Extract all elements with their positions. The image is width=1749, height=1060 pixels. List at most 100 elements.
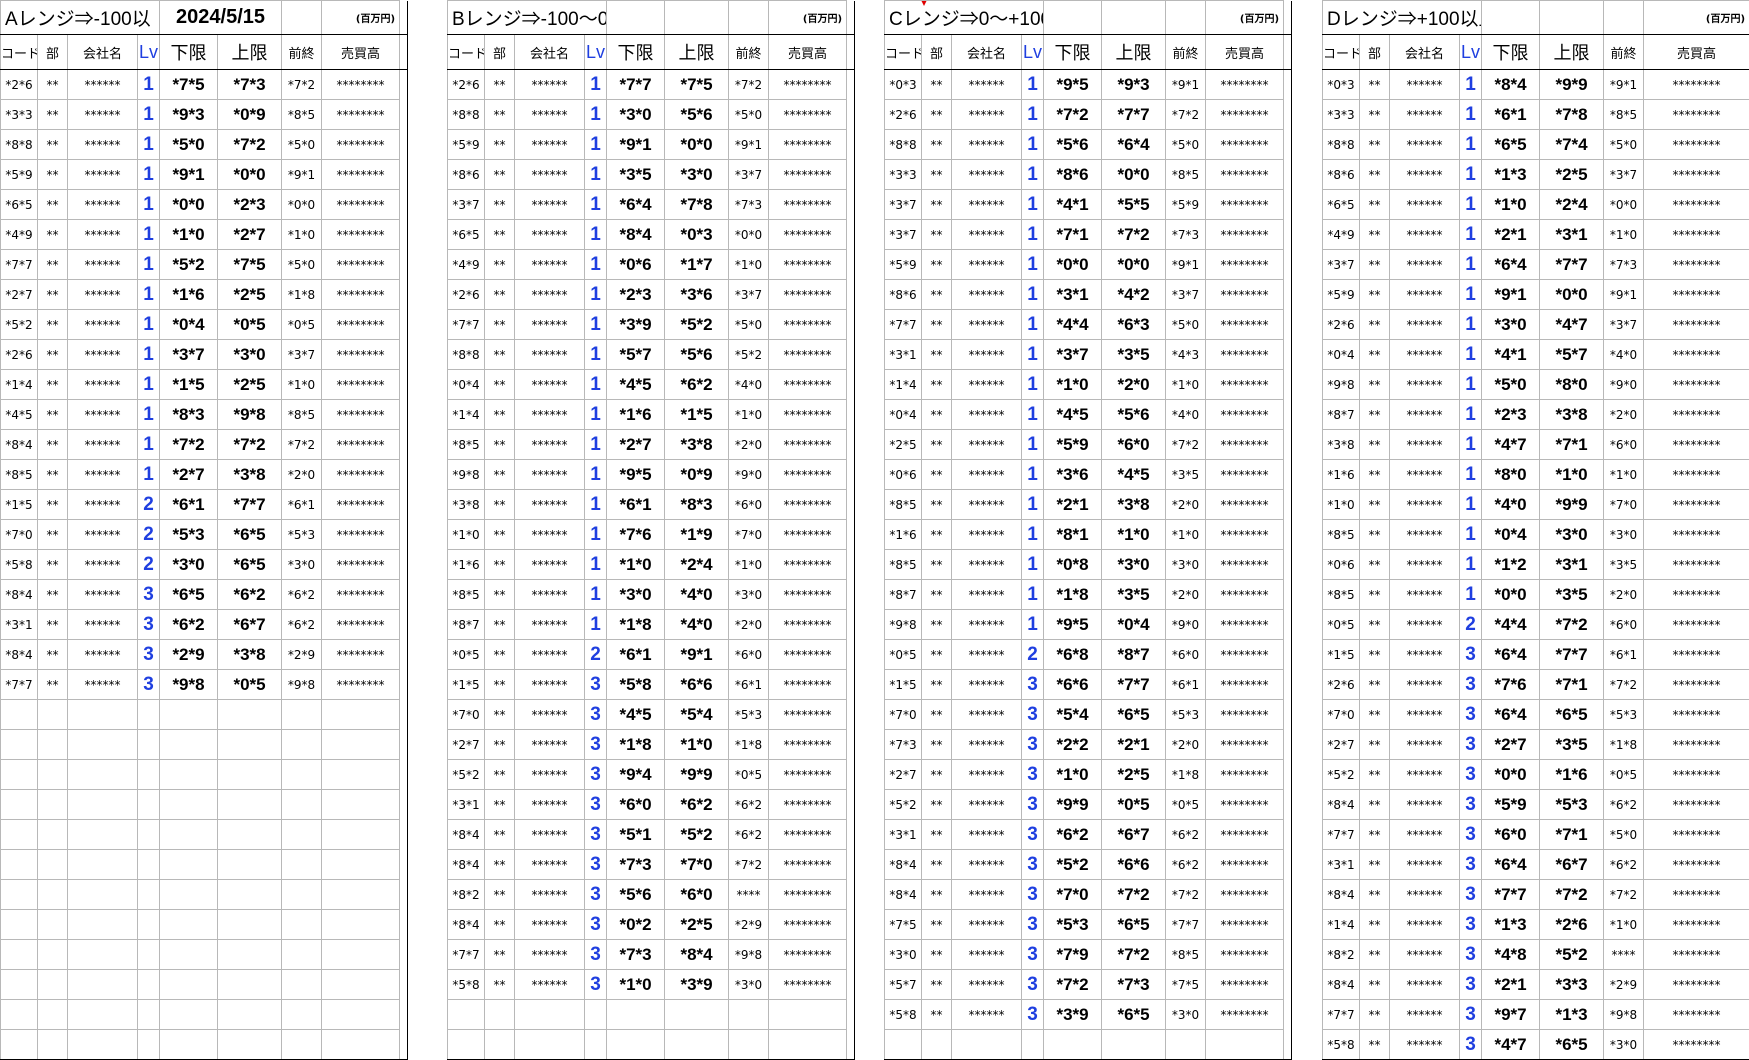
cell-prev-close[interactable]: *6*2 [729,790,769,820]
cell-lower[interactable]: *8*0 [1482,460,1540,490]
cell-company[interactable]: ****** [68,280,138,310]
empty-cell[interactable] [218,850,282,880]
empty-cell[interactable] [138,730,160,760]
cell-company[interactable]: ****** [952,160,1022,190]
cell-upper[interactable]: *9*9 [665,760,729,790]
cell-volume[interactable]: ******** [1206,730,1284,760]
cell-prev-close[interactable]: *5*0 [282,130,322,160]
cell-upper[interactable]: *3*8 [218,460,282,490]
cell-lower[interactable]: *8*6 [1044,160,1102,190]
cell-upper[interactable]: *7*2 [1540,880,1604,910]
cell-code[interactable]: *6*5 [1323,190,1360,220]
cell-code[interactable]: *7*7 [1,250,38,280]
cell-lower[interactable]: *5*0 [160,130,218,160]
cell-prev-close[interactable]: *0*0 [1604,190,1644,220]
cell-volume[interactable]: ******** [1206,610,1284,640]
cell-company[interactable]: ****** [952,850,1022,880]
cell-upper[interactable]: *2*5 [218,280,282,310]
cell-upper[interactable]: *7*2 [1540,610,1604,640]
cell-volume[interactable]: ******** [322,490,400,520]
cell-upper[interactable]: *6*0 [665,880,729,910]
cell-upper[interactable]: *9*8 [218,400,282,430]
cell-dept[interactable]: ** [485,190,515,220]
cell-lower[interactable]: *0*0 [160,190,218,220]
cell-prev-close[interactable]: *7*2 [282,430,322,460]
cell-lower[interactable]: *1*0 [607,970,665,1000]
cell-dept[interactable]: ** [922,490,952,520]
cell-volume[interactable]: ******** [769,250,847,280]
cell-lv[interactable]: 3 [1460,700,1482,730]
empty-cell[interactable] [218,730,282,760]
cell-volume[interactable]: ******** [1644,70,1749,100]
cell-dept[interactable]: ** [1360,970,1390,1000]
cell-dept[interactable]: ** [1360,910,1390,940]
cell-lower[interactable]: *8*1 [1044,520,1102,550]
cell-code[interactable]: *5*2 [448,760,485,790]
empty-cell[interactable] [138,910,160,940]
cell-volume[interactable]: ******** [1644,250,1749,280]
cell-code[interactable]: *9*8 [1323,370,1360,400]
cell-lv[interactable]: 3 [1022,730,1044,760]
cell-lower[interactable]: *5*9 [1482,790,1540,820]
cell-dept[interactable]: ** [38,400,68,430]
cell-lv[interactable]: 3 [1460,970,1482,1000]
cell-lower[interactable]: *0*6 [607,250,665,280]
cell-lv[interactable]: 3 [585,940,607,970]
cell-lower[interactable]: *0*4 [160,310,218,340]
cell-lower[interactable]: *1*3 [1482,160,1540,190]
cell-lower[interactable]: *0*4 [1482,520,1540,550]
cell-code[interactable]: *8*4 [1,640,38,670]
cell-volume[interactable]: ******** [769,640,847,670]
cell-lv[interactable]: 1 [585,190,607,220]
cell-upper[interactable]: *5*2 [665,310,729,340]
cell-code[interactable]: *7*3 [885,730,922,760]
cell-lv[interactable]: 3 [1460,880,1482,910]
cell-prev-close[interactable]: *2*0 [729,430,769,460]
cell-lv[interactable]: 3 [1460,640,1482,670]
cell-volume[interactable]: ******** [322,610,400,640]
empty-cell[interactable] [1,1000,38,1030]
cell-dept[interactable]: ** [922,280,952,310]
cell-volume[interactable]: ******** [1206,460,1284,490]
cell-volume[interactable]: ******** [1206,70,1284,100]
cell-company[interactable]: ****** [515,850,585,880]
cell-company[interactable]: ****** [1390,400,1460,430]
cell-lv[interactable]: 1 [585,550,607,580]
cell-volume[interactable]: ******** [769,670,847,700]
empty-cell[interactable] [68,1030,138,1060]
cell-upper[interactable]: *2*5 [1102,760,1166,790]
cell-lower[interactable]: *3*5 [607,160,665,190]
cell-lower[interactable]: *0*2 [607,910,665,940]
cell-upper[interactable]: *7*2 [1102,940,1166,970]
cell-lv[interactable]: 1 [1460,280,1482,310]
cell-upper[interactable]: *5*2 [665,820,729,850]
cell-dept[interactable]: ** [922,70,952,100]
cell-dept[interactable]: ** [1360,190,1390,220]
cell-lower[interactable]: *1*8 [1044,580,1102,610]
cell-volume[interactable]: ******** [1644,610,1749,640]
cell-upper[interactable]: *6*6 [665,670,729,700]
cell-dept[interactable]: ** [38,190,68,220]
cell-dept[interactable]: ** [38,460,68,490]
cell-code[interactable]: *1*4 [448,400,485,430]
cell-prev-close[interactable]: *3*5 [1166,460,1206,490]
cell-company[interactable]: ****** [68,130,138,160]
cell-prev-close[interactable]: *1*0 [1166,520,1206,550]
empty-cell[interactable] [1166,1,1206,35]
cell-prev-close[interactable]: *3*0 [1166,550,1206,580]
cell-lower[interactable]: *6*0 [607,790,665,820]
cell-upper[interactable]: *6*5 [218,550,282,580]
cell-volume[interactable]: ******** [769,160,847,190]
cell-dept[interactable]: ** [922,910,952,940]
cell-lower[interactable]: *6*1 [160,490,218,520]
cell-lv[interactable]: 1 [585,340,607,370]
cell-code[interactable]: *5*9 [885,250,922,280]
cell-code[interactable]: *7*7 [1,670,38,700]
cell-volume[interactable]: ******** [1644,190,1749,220]
cell-volume[interactable]: ******** [1644,880,1749,910]
cell-lower[interactable]: *6*1 [607,490,665,520]
cell-lower[interactable]: *9*4 [607,760,665,790]
empty-cell[interactable] [1102,1030,1166,1060]
cell-volume[interactable]: ******** [322,340,400,370]
cell-company[interactable]: ****** [1390,880,1460,910]
